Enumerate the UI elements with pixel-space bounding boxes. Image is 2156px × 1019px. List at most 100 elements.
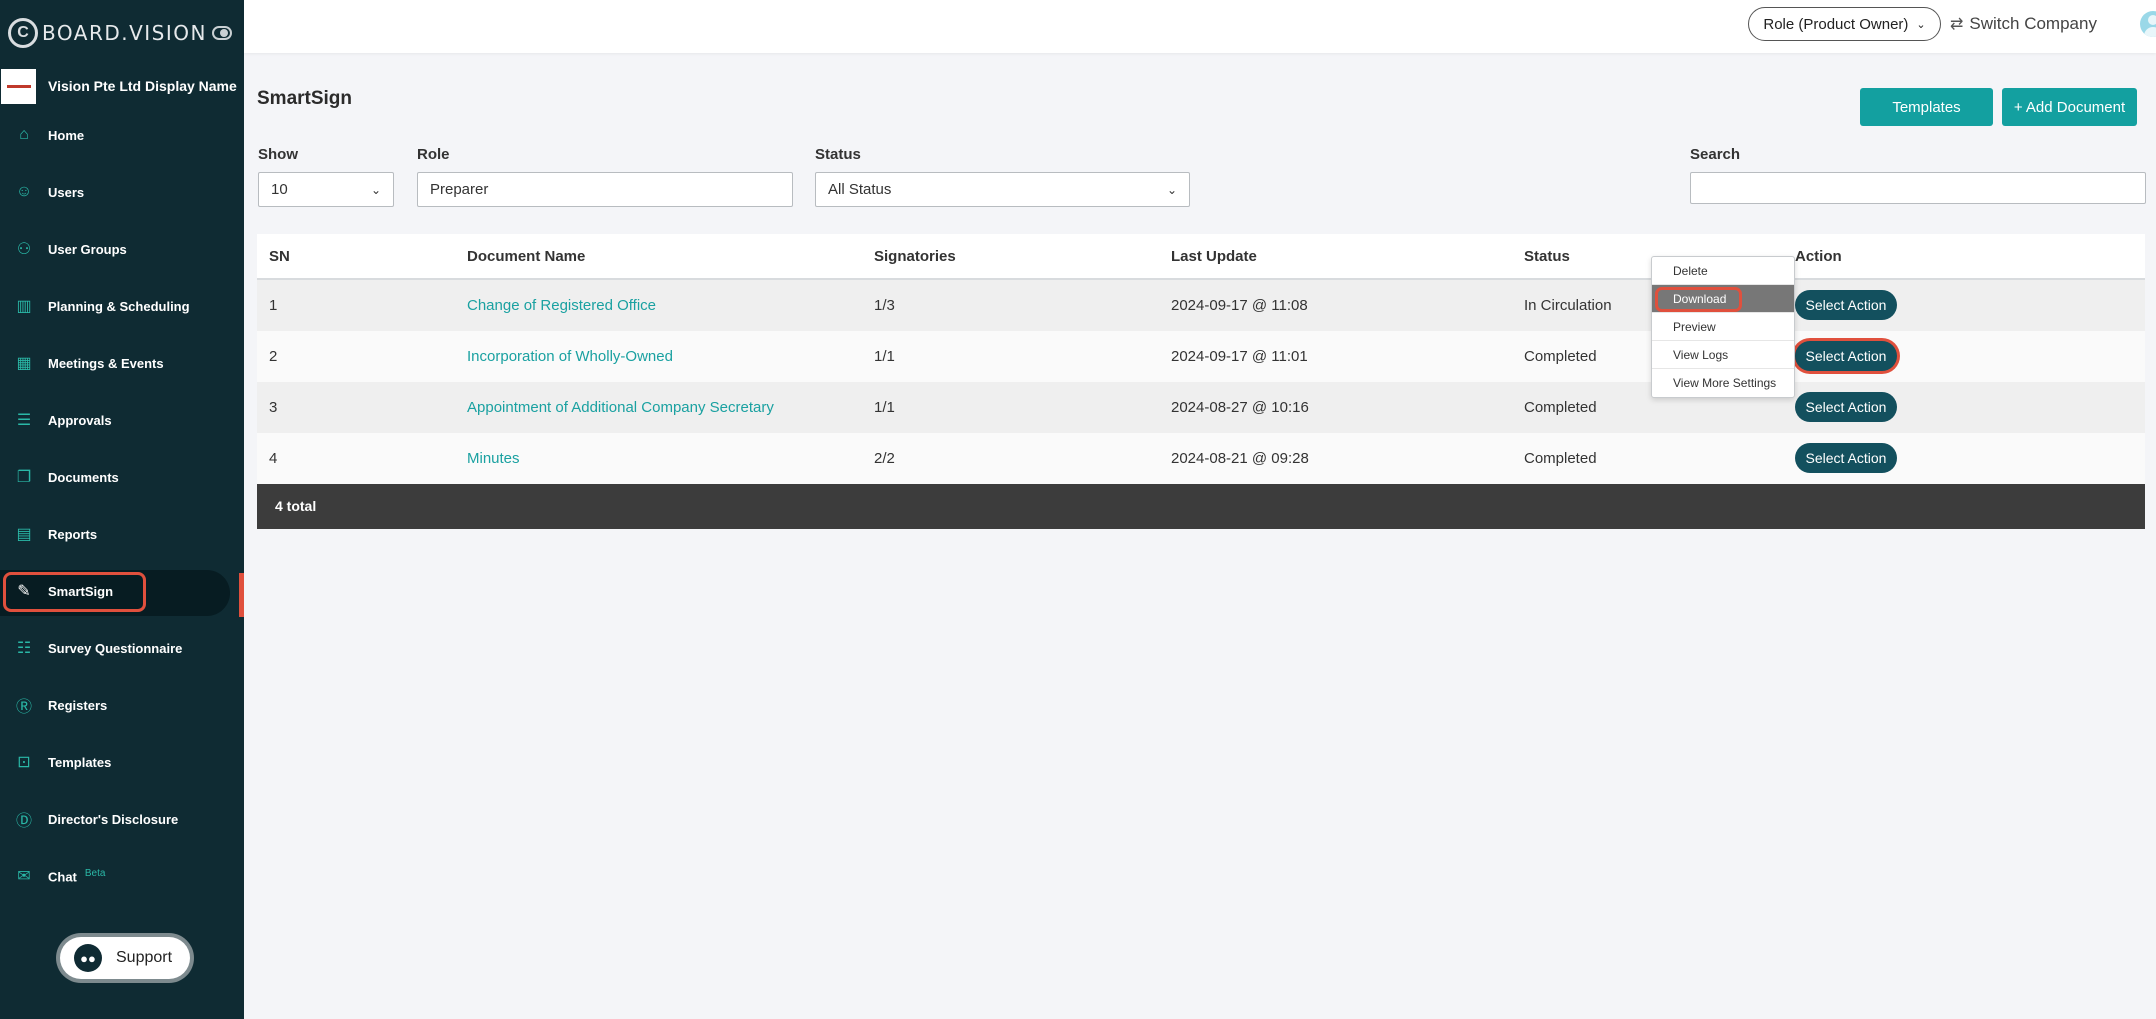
- status-select[interactable]: All Status ⌄: [815, 172, 1190, 207]
- active-indicator-bar: [239, 573, 244, 617]
- role-selector[interactable]: Role (Product Owner) ⌄: [1748, 7, 1941, 41]
- cell-signatories: 2/2: [874, 450, 895, 467]
- sidebar-item-users[interactable]: ☺ Users: [0, 169, 244, 215]
- column-header-action: Action: [1795, 248, 1842, 265]
- sidebar-item-label: Documents: [48, 469, 119, 485]
- chevron-down-icon: ⌄: [1166, 182, 1177, 197]
- templates-button[interactable]: Templates: [1860, 88, 1993, 126]
- chevron-down-icon: ⌄: [370, 182, 381, 197]
- document-name-link[interactable]: Incorporation of Wholly-Owned: [467, 348, 673, 365]
- support-label: Support: [116, 949, 173, 966]
- sidebar-item-user-groups[interactable]: ⚇ User Groups: [0, 226, 244, 272]
- sidebar-item-meetings-events[interactable]: ▦ Meetings & Events: [0, 340, 244, 386]
- brand-logo-icon: C: [8, 18, 38, 48]
- column-header-document-name: Document Name: [467, 248, 586, 265]
- pen-icon: ✎: [17, 583, 31, 600]
- chevron-down-icon: ⌄: [1916, 18, 1926, 31]
- cell-sn: 4: [269, 450, 278, 467]
- sidebar-item-label: SmartSign: [48, 583, 114, 599]
- avatar[interactable]: [2140, 11, 2156, 37]
- sidebar-item-planning-scheduling[interactable]: ▥ Planning & Scheduling: [0, 283, 244, 329]
- cell-last-update: 2024-08-21 @ 09:28: [1171, 450, 1309, 467]
- topbar: Role (Product Owner) ⌄ ⇄ Switch Company: [244, 0, 2156, 53]
- sidebar-item-label: Chat Beta: [48, 868, 105, 884]
- sidebar-item-label: Templates: [48, 754, 112, 770]
- select-action-button[interactable]: Select Action: [1795, 341, 1897, 371]
- sidebar-item-label: Approvals: [48, 412, 112, 428]
- switch-icon: ⇄: [1950, 16, 1964, 33]
- documents-icon: ❐: [16, 469, 32, 486]
- menu-item-view-more-settings[interactable]: View More Settings: [1652, 369, 1794, 397]
- cell-sn: 2: [269, 348, 278, 365]
- chat-icon: ✉: [17, 868, 31, 885]
- sidebar-item-templates[interactable]: ⊡ Templates: [0, 739, 244, 785]
- planning-icon: ▥: [16, 298, 32, 315]
- role-input[interactable]: Preparer: [417, 172, 793, 207]
- brand[interactable]: C BOARD.VISION: [8, 18, 207, 48]
- add-document-button[interactable]: + Add Document: [2002, 88, 2137, 126]
- sidebar-item-reports[interactable]: ▤ Reports: [0, 511, 244, 557]
- select-action-button[interactable]: Select Action: [1795, 443, 1897, 473]
- brand-name: BOARD.VISION: [42, 21, 207, 45]
- role-value: Role (Product Owner): [1763, 15, 1909, 33]
- show-label: Show: [258, 146, 298, 163]
- toggle-sidebar-icon[interactable]: [212, 26, 232, 40]
- menu-item-view-logs[interactable]: View Logs: [1652, 341, 1794, 369]
- sidebar-item-label: Registers: [48, 697, 108, 713]
- show-select[interactable]: 10 ⌄: [258, 172, 394, 207]
- registers-icon: Ⓡ: [15, 699, 32, 716]
- switch-company-button[interactable]: ⇄ Switch Company: [1950, 14, 2097, 34]
- total-count: 4 total: [275, 498, 317, 514]
- user-icon: ☺: [15, 183, 33, 200]
- table-footer: 4 total: [257, 484, 2145, 529]
- column-header-status: Status: [1524, 248, 1570, 265]
- survey-icon: ☷: [16, 640, 32, 657]
- cell-last-update: 2024-09-17 @ 11:01: [1171, 348, 1308, 365]
- sidebar-item-home[interactable]: ⌂ Home: [0, 112, 244, 158]
- menu-item-preview[interactable]: Preview: [1652, 313, 1794, 341]
- show-value: 10: [271, 181, 288, 198]
- sidebar-item-label: Reports: [48, 526, 98, 542]
- sidebar-item-approvals[interactable]: ☰ Approvals: [0, 397, 244, 443]
- sidebar-item-label: Planning & Scheduling: [48, 298, 190, 314]
- menu-item-delete[interactable]: Delete: [1652, 257, 1794, 285]
- sidebar-item-label: Survey Questionnaire: [48, 640, 183, 656]
- cell-sn: 3: [269, 399, 278, 416]
- cell-status: In Circulation: [1524, 297, 1612, 314]
- sidebar: C BOARD.VISION Vision Pte Ltd Display Na…: [0, 0, 244, 1019]
- cell-signatories: 1/3: [874, 297, 895, 314]
- sidebar-item-documents[interactable]: ❐ Documents: [0, 454, 244, 500]
- sidebar-item-label: Users: [48, 184, 85, 200]
- user-groups-icon: ⚇: [16, 241, 32, 258]
- cell-status: Completed: [1524, 399, 1597, 416]
- sidebar-item-directors-disclosure[interactable]: Ⓓ Director's Disclosure: [0, 796, 244, 842]
- disclosure-icon: Ⓓ: [15, 813, 32, 830]
- cell-signatories: 1/1: [874, 348, 895, 365]
- chat-label: Chat: [48, 869, 77, 885]
- menu-item-download[interactable]: Download: [1652, 285, 1794, 313]
- sidebar-item-label: Director's Disclosure: [48, 811, 179, 827]
- table-row: 3 Appointment of Additional Company Secr…: [257, 382, 2145, 433]
- table-row: 1 Change of Registered Office 1/3 2024-0…: [257, 280, 2145, 331]
- sidebar-item-label: Meetings & Events: [48, 355, 164, 371]
- switch-company-label: Switch Company: [1969, 14, 2097, 33]
- document-name-link[interactable]: Minutes: [467, 450, 520, 467]
- search-input[interactable]: [1690, 172, 2146, 204]
- sidebar-item-label: Home: [48, 127, 85, 143]
- cell-last-update: 2024-09-17 @ 11:08: [1171, 297, 1308, 314]
- document-name-link[interactable]: Appointment of Additional Company Secret…: [467, 399, 774, 416]
- column-header-last-update: Last Update: [1171, 248, 1257, 265]
- document-name-link[interactable]: Change of Registered Office: [467, 297, 656, 314]
- sidebar-item-smartsign[interactable]: ✎ SmartSign: [0, 568, 244, 616]
- beta-badge: Beta: [84, 867, 106, 879]
- table-row: 4 Minutes 2/2 2024-08-21 @ 09:28 Complet…: [257, 433, 2145, 484]
- sidebar-item-survey-questionnaire[interactable]: ☷ Survey Questionnaire: [0, 625, 244, 671]
- support-button[interactable]: ●● Support: [60, 937, 190, 979]
- select-action-button[interactable]: Select Action: [1795, 290, 1897, 320]
- sidebar-item-registers[interactable]: Ⓡ Registers: [0, 682, 244, 728]
- table-header: SN Document Name Signatories Last Update…: [257, 234, 2145, 280]
- cell-last-update: 2024-08-27 @ 10:16: [1171, 399, 1309, 416]
- select-action-button[interactable]: Select Action: [1795, 392, 1897, 422]
- sidebar-item-chat[interactable]: ✉ Chat Beta: [0, 853, 244, 899]
- chat-bubble-icon: ●●: [74, 944, 102, 972]
